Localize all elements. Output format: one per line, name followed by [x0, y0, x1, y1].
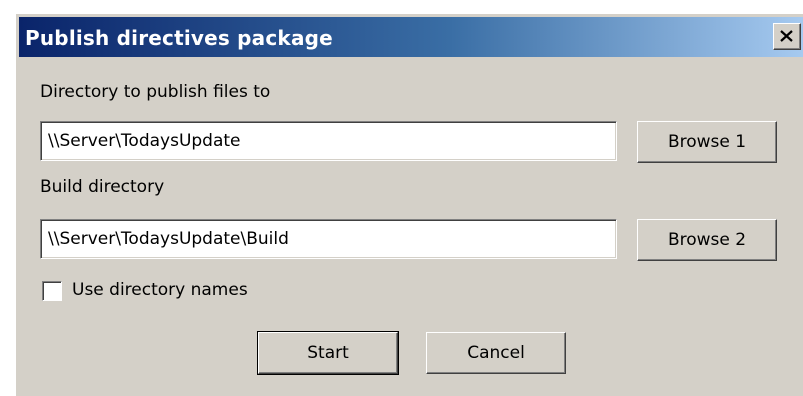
title-bar[interactable]: Publish directives package	[19, 17, 803, 57]
publish-directory-label: Directory to publish files to	[40, 82, 271, 102]
browse-2-button[interactable]: Browse 2	[637, 219, 777, 261]
use-directory-names-checkbox[interactable]	[42, 281, 62, 301]
publish-directory-field[interactable]	[40, 121, 617, 161]
browse-1-button[interactable]: Browse 1	[637, 121, 777, 163]
cancel-button[interactable]: Cancel	[426, 332, 566, 374]
use-directory-names-label[interactable]: Use directory names	[72, 280, 248, 300]
build-directory-field[interactable]	[40, 219, 617, 259]
close-icon	[780, 30, 793, 42]
start-button[interactable]: Start	[257, 331, 399, 375]
publish-directory-input[interactable]	[46, 126, 612, 156]
build-directory-label: Build directory	[40, 177, 165, 197]
publish-dialog: Publish directives package Directory to …	[15, 13, 803, 396]
dialog-title: Publish directives package	[25, 26, 333, 50]
close-button[interactable]	[773, 23, 801, 50]
build-directory-input[interactable]	[46, 224, 612, 254]
